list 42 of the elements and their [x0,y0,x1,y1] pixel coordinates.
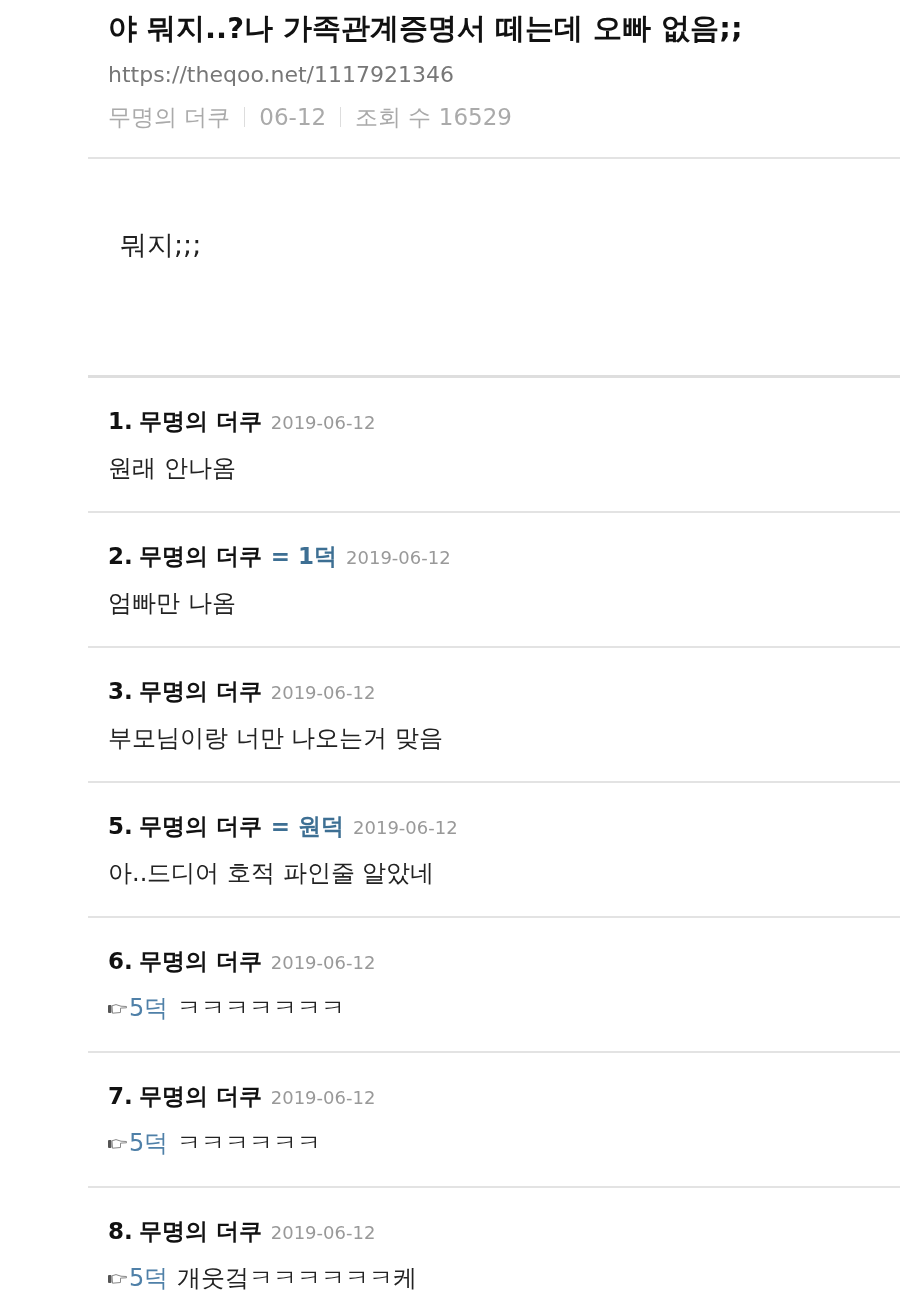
comment-number: 5. [108,812,133,841]
comment-text: 원래 안나옴 [108,453,236,483]
comment-number: 8. [108,1217,133,1246]
comment-date: 2019-06-12 [353,816,458,840]
reply-mention[interactable]: 5덕 [129,993,169,1023]
comment-author: 무명의 더쿠 [138,1217,262,1246]
comment-text: ㅋㅋㅋㅋㅋㅋㅋ [177,993,346,1023]
comment-tag: = 1덕 [270,541,338,571]
reply-mention[interactable]: 5덕 [129,1128,169,1158]
reply-mention[interactable]: 5덕 [129,1263,169,1293]
pointing-hand-icon [108,1001,127,1015]
comment-author: 무명의 더쿠 [138,407,262,436]
comment-date: 2019-06-12 [270,681,376,705]
post-meta-text: 조회 수 16529 [355,103,512,132]
comment-text: 엄빠만 나옴 [108,588,236,618]
comment-number: 2. [108,542,133,571]
comment-date: 2019-06-12 [270,951,376,975]
comment-author: 무명의 더쿠 [138,1082,262,1111]
comment-date: 2019-06-12 [270,1086,376,1110]
comment-author: 무명의 더쿠 [138,542,262,571]
comment-text: 부모님이랑 너만 나오는거 맞음 [108,723,443,753]
post-title: 야 뭐지..?나 가족관계증명서 떼는데 오빠 없음;; [108,11,743,45]
comment-author: 무명의 더쿠 [138,947,262,976]
pointing-hand-icon [108,1271,127,1285]
post-body: 뭐지;;; [120,229,202,260]
post-meta-text: 무명의 더쿠 [108,103,231,132]
post-url[interactable]: https://theqoo.net/1117921346 [108,62,454,87]
comment-number: 1. [108,407,133,436]
comment-text: ㅋㅋㅋㅋㅋㅋ [177,1128,322,1158]
comment-number: 7. [108,1082,133,1111]
post-meta-text: 06-12 [259,103,327,132]
comment-number: 3. [108,677,133,706]
comment-author: 무명의 더쿠 [138,677,262,706]
pointing-hand-icon [108,1136,127,1150]
comment-tag: = 원덕 [270,811,345,841]
comment-number: 6. [108,947,133,976]
comment-date: 2019-06-12 [346,546,451,570]
comment-author: 무명의 더쿠 [138,812,262,841]
comment-date: 2019-06-12 [270,411,376,435]
comment-date: 2019-06-12 [270,1221,376,1245]
comment-text: 개웃겈ㅋㅋㅋㅋㅋㅋ케 [177,1263,418,1293]
comment-text: 아..드디어 호적 파인줄 알았네 [108,858,435,888]
